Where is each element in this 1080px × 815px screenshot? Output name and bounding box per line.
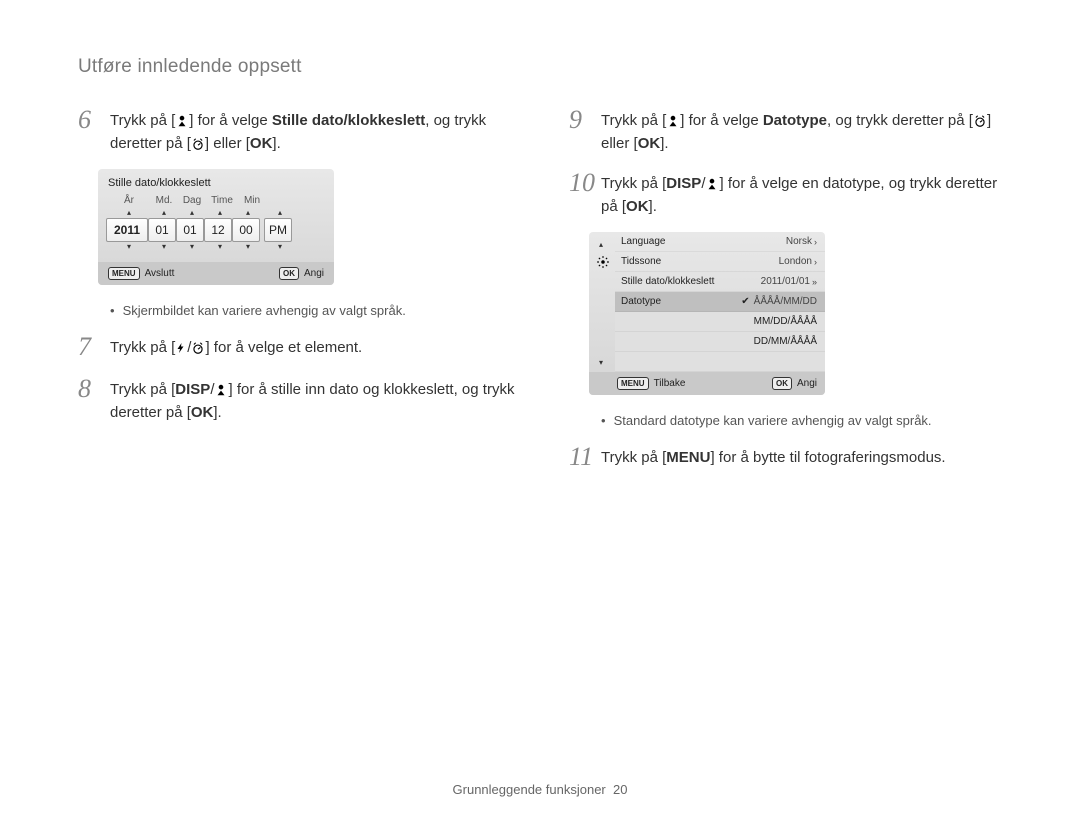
step-text: Trykk på [/] for å velge et element.: [110, 333, 362, 362]
left-column: 6 Trykk på [] for å velge Stille dato/kl…: [78, 106, 521, 485]
datetype-option[interactable]: DD/MM/ÅÅÅÅ: [615, 332, 825, 352]
datetype-dropdown: MM/DD/ÅÅÅÅ DD/MM/ÅÅÅÅ: [615, 312, 825, 372]
step-number: 8: [78, 375, 110, 424]
macro-down-icon: [705, 177, 719, 191]
chevron-up-icon[interactable]: ▴: [206, 208, 234, 218]
label-hour: Time: [206, 195, 238, 206]
page-title: Utføre innledende oppsett: [78, 56, 1012, 78]
footer-exit-label: Avslutt: [145, 268, 175, 279]
footer-set-label: Angi: [797, 378, 817, 389]
note-2: • Standard datotype kan variere avhengig…: [601, 411, 1012, 431]
ok-label: OK: [626, 198, 649, 215]
chevron-up-icon[interactable]: ▴: [266, 208, 294, 218]
step-number: 10: [569, 169, 601, 218]
spinner-hour[interactable]: 12: [204, 218, 232, 242]
settings-row-timezone[interactable]: Tidssone London ›: [615, 252, 825, 272]
chevron-right-icon: ›: [814, 257, 817, 267]
disp-label: DISP: [666, 175, 701, 192]
spinner-year[interactable]: 2011: [106, 218, 148, 242]
step-7: 7 Trykk på [/] for å velge et element.: [78, 333, 521, 362]
step-number: 11: [569, 443, 601, 472]
chevron-up-icon[interactable]: ▴: [599, 240, 603, 249]
note-1: • Skjermbildet kan variere avhengig av v…: [110, 301, 521, 321]
page-footer: Grunnleggende funksjoner 20: [0, 782, 1080, 797]
chevron-up-icon[interactable]: ▴: [234, 208, 262, 218]
chevron-right-icon: ›: [814, 237, 817, 247]
check-icon: ✔: [741, 296, 749, 307]
step-9: 9 Trykk på [] for å velge Datotype, og t…: [569, 106, 1012, 155]
disp-label: DISP: [175, 381, 210, 398]
chevron-right-icon: »: [812, 277, 817, 287]
step-10: 10 Trykk på [DISP/] for å velge en datot…: [569, 169, 1012, 218]
label-day: Dag: [178, 195, 206, 206]
figure-title: Stille dato/klokkeslett: [98, 169, 334, 195]
ok-label: OK: [638, 135, 661, 152]
spinner-ampm[interactable]: PM: [264, 218, 292, 242]
flash-icon: [175, 341, 187, 355]
gear-icon: [595, 254, 611, 270]
chevron-up-icon[interactable]: ▴: [150, 208, 178, 218]
settings-row-language[interactable]: Language Norsk ›: [615, 232, 825, 252]
chevron-up-icon[interactable]: ▴: [178, 208, 206, 218]
chevron-up-icon[interactable]: ▴: [108, 208, 150, 218]
chevron-down-icon[interactable]: ▾: [206, 242, 234, 252]
right-column: 9 Trykk på [] for å velge Datotype, og t…: [569, 106, 1012, 485]
chevron-down-icon[interactable]: ▾: [234, 242, 262, 252]
self-timer-icon: [973, 114, 987, 128]
step-text: Trykk på [DISP/] for å stille inn dato o…: [110, 375, 521, 424]
step-number: 9: [569, 106, 601, 155]
figure-date-type: ▴ ▾ Language Norsk › Tidssone London ›: [589, 232, 825, 395]
settings-row-datetype[interactable]: Datotype ✔ ÅÅÅÅ/MM/DD: [615, 292, 825, 312]
settings-row-datetime[interactable]: Stille dato/klokkeslett 2011/01/01 »: [615, 272, 825, 292]
chevron-down-icon[interactable]: ▾: [266, 242, 294, 252]
chevron-down-icon[interactable]: ▾: [108, 242, 150, 252]
chevron-down-icon[interactable]: ▾: [178, 242, 206, 252]
self-timer-icon: [191, 341, 205, 355]
spinner-day[interactable]: 01: [176, 218, 204, 242]
macro-down-icon: [175, 114, 189, 128]
ok-pill: OK: [772, 377, 792, 390]
macro-down-icon: [214, 383, 228, 397]
step-number: 7: [78, 333, 110, 362]
step-11: 11 Trykk på [MENU] for å bytte til fotog…: [569, 443, 1012, 472]
chevron-down-icon[interactable]: ▾: [150, 242, 178, 252]
ok-pill: OK: [279, 267, 299, 280]
step-text: Trykk på [] for å velge Stille dato/klok…: [110, 106, 521, 155]
menu-pill: MENU: [617, 377, 649, 390]
ok-label: OK: [191, 404, 214, 421]
spinner-month[interactable]: 01: [148, 218, 176, 242]
ok-label: OK: [250, 135, 273, 152]
step-text: Trykk på [DISP/] for å velge en datotype…: [601, 169, 1012, 218]
datetype-option[interactable]: MM/DD/ÅÅÅÅ: [615, 312, 825, 332]
macro-down-icon: [666, 114, 680, 128]
step-6: 6 Trykk på [] for å velge Stille dato/kl…: [78, 106, 521, 155]
step-text: Trykk på [MENU] for å bytte til fotograf…: [601, 443, 946, 472]
menu-pill: MENU: [108, 267, 140, 280]
label-month: Md.: [150, 195, 178, 206]
step-text: Trykk på [] for å velge Datotype, og try…: [601, 106, 1012, 155]
menu-label: MENU: [666, 449, 710, 466]
footer-set-label: Angi: [304, 268, 324, 279]
figure-date-time: Stille dato/klokkeslett År Md. Dag Time …: [98, 169, 334, 285]
label-min: Min: [238, 195, 266, 206]
self-timer-icon: [191, 137, 205, 151]
label-year: År: [108, 195, 150, 206]
footer-back-label: Tilbake: [654, 378, 686, 389]
step-8: 8 Trykk på [DISP/] for å stille inn dato…: [78, 375, 521, 424]
empty-row: [615, 352, 825, 372]
spinner-min[interactable]: 00: [232, 218, 260, 242]
chevron-down-icon[interactable]: ▾: [599, 358, 603, 367]
step-number: 6: [78, 106, 110, 155]
